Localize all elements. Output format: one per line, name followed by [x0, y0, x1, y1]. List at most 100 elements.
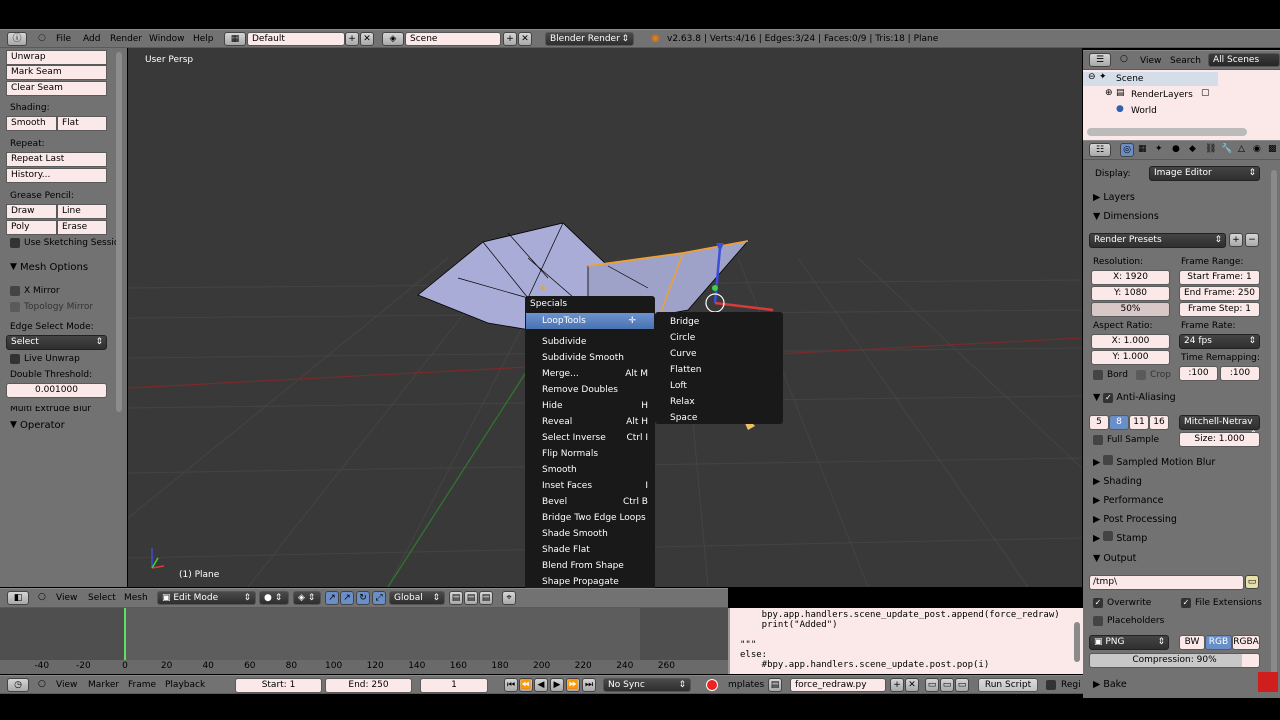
bake-section[interactable]: ▶ Bake	[1093, 676, 1127, 694]
properties-scrollbar[interactable]	[1271, 170, 1277, 685]
crop-checkbox[interactable]	[1136, 370, 1146, 380]
editor-type-icon[interactable]: ◷	[7, 678, 29, 692]
text-datablock-icon[interactable]: ▤	[768, 678, 782, 692]
resolution-x-field[interactable]: X: 1920	[1091, 270, 1170, 285]
post-processing-section[interactable]: ▶ Post Processing	[1093, 511, 1177, 529]
play-reverse-icon[interactable]: ◀	[534, 678, 548, 692]
screen-layout-field[interactable]: Default	[247, 32, 345, 46]
world-tab-icon[interactable]: ●	[1172, 144, 1180, 154]
editor-type-icon[interactable]: ◧	[7, 591, 29, 605]
tool-shelf-scrollbar[interactable]	[116, 52, 122, 412]
play-icon[interactable]: ▶	[550, 678, 564, 692]
draw-button[interactable]: Draw	[6, 204, 57, 219]
aa-filter-dropdown[interactable]: Mitchell-Netrav⇕	[1179, 415, 1260, 440]
stamp-checkbox[interactable]	[1103, 531, 1114, 541]
specials-item[interactable]: Bevel Ctrl B	[526, 494, 654, 510]
specials-item[interactable]: Subdivide	[526, 334, 654, 350]
render-layer-toggle-icon[interactable]: ▢	[1201, 88, 1210, 98]
text-editor-scrollbar[interactable]	[1071, 608, 1083, 674]
menu-view[interactable]: View	[56, 678, 77, 692]
outliner-filter-dropdown[interactable]: All Scenes	[1208, 53, 1280, 67]
unwrap-button[interactable]: Unwrap	[6, 50, 107, 65]
editor-type-icon[interactable]: ☷	[1089, 143, 1111, 157]
shading-section[interactable]: ▶ Shading	[1093, 473, 1142, 491]
line-button[interactable]: Line	[57, 204, 107, 219]
remove-scene-icon[interactable]: ✕	[518, 32, 532, 46]
operator-header[interactable]: Operator	[20, 420, 65, 431]
border-checkbox[interactable]	[1093, 370, 1103, 380]
remap-old-field[interactable]: :100	[1179, 366, 1218, 381]
record-icon[interactable]	[706, 679, 718, 691]
next-key-icon[interactable]: ⏩	[566, 678, 580, 692]
viewport-shading-dropdown[interactable]: ● ⇕	[259, 591, 289, 605]
resolution-y-field[interactable]: Y: 1080	[1091, 286, 1170, 301]
menu-help[interactable]: Help	[193, 32, 214, 46]
add-text-icon[interactable]: +	[890, 678, 904, 692]
motion-blur-section[interactable]: ▶ Sampled Motion Blur	[1093, 454, 1215, 472]
layer-icon-2[interactable]: ▤	[464, 591, 478, 605]
smooth-button[interactable]: Smooth	[6, 116, 57, 131]
menu-file[interactable]: File	[56, 32, 71, 46]
current-frame-field[interactable]: 1	[420, 678, 488, 693]
menu-marker[interactable]: Marker	[88, 678, 119, 692]
remove-preset-icon[interactable]: −	[1245, 233, 1259, 247]
anti-aliasing-checkbox[interactable]: ✓	[1103, 393, 1114, 403]
specials-item[interactable]: Remove Doubles	[526, 382, 654, 398]
menu-view[interactable]: View	[1140, 54, 1161, 68]
prev-key-icon[interactable]: ⏪	[519, 678, 533, 692]
text-filename-field[interactable]: force_redraw.py	[790, 678, 886, 692]
sync-dropdown[interactable]: No Sync ⇕	[603, 678, 691, 692]
repeat-last-button[interactable]: Repeat Last	[6, 152, 107, 167]
specials-item[interactable]: LoopTools ✛	[526, 313, 654, 329]
specials-item[interactable]: Reveal Alt H	[526, 414, 654, 430]
filter-size-field[interactable]: Size: 1.000	[1179, 432, 1260, 447]
collapse-dot-icon[interactable]: ○	[1120, 54, 1128, 64]
specials-item[interactable]: Shade Flat	[526, 542, 654, 558]
add-preset-icon[interactable]: +	[1229, 233, 1243, 247]
start-frame-field[interactable]: Start: 1	[235, 678, 322, 693]
remap-new-field[interactable]: :100	[1220, 366, 1260, 381]
timeline-area[interactable]: -40 -20 0 20 40 60 80 100 120 140 160 180 200 220 240 2…	[0, 608, 728, 674]
data-tab-icon[interactable]: △	[1238, 144, 1245, 154]
use-sketching-checkbox[interactable]	[10, 238, 20, 248]
rotate-icon[interactable]: ↻	[356, 591, 370, 605]
aa-samples-8[interactable]: 8	[1109, 415, 1129, 430]
rgba-toggle[interactable]: RGBA	[1232, 635, 1260, 650]
run-script-button[interactable]: Run Script	[978, 678, 1038, 692]
aa-samples-5[interactable]: 5	[1089, 415, 1109, 430]
x-mirror-checkbox[interactable]	[10, 286, 20, 296]
collapse-dot-icon[interactable]: ○	[38, 679, 46, 689]
scroll-thumb[interactable]	[1074, 622, 1080, 662]
end-frame-field[interactable]: End: 250	[325, 678, 412, 693]
erase-button[interactable]: Erase	[57, 220, 107, 235]
remove-layout-icon[interactable]: ✕	[360, 32, 374, 46]
resolution-percent-field[interactable]: 50%	[1091, 302, 1170, 317]
scene-icon[interactable]: ◈	[382, 32, 404, 46]
jump-start-icon[interactable]: ⏮	[504, 678, 518, 692]
outliner-hscrollbar[interactable]	[1087, 128, 1247, 136]
material-tab-icon[interactable]: ◉	[1253, 144, 1261, 154]
rgb-toggle[interactable]: RGB	[1205, 635, 1232, 650]
menu-render[interactable]: Render	[110, 32, 142, 46]
menu-search[interactable]: Search	[1170, 54, 1201, 68]
modifier-tab-icon[interactable]: 🔧	[1221, 144, 1232, 154]
render-presets-dropdown[interactable]: Render Presets ⇕	[1089, 233, 1226, 248]
editor-type-icon[interactable]: ☰	[1089, 53, 1111, 67]
scene-tab-icon[interactable]: ✦	[1155, 144, 1163, 154]
add-layout-icon[interactable]: +	[345, 32, 359, 46]
anti-aliasing-section[interactable]: ▼ ✓ Anti-Aliasing	[1093, 389, 1176, 407]
specials-item[interactable]: Inset Faces I	[526, 478, 654, 494]
dimensions-section[interactable]: ▼ Dimensions	[1093, 208, 1159, 226]
output-path-field[interactable]: /tmp\	[1089, 575, 1244, 590]
editor-type-icon[interactable]: ⓘ	[7, 32, 27, 46]
line-numbers-icon[interactable]: ▭	[925, 678, 939, 692]
snap-icon[interactable]: ⌖	[502, 591, 516, 605]
menu-window[interactable]: Window	[149, 32, 185, 46]
register-checkbox[interactable]	[1046, 680, 1056, 690]
manipulator-toggle-icon[interactable]: ↗	[325, 591, 339, 605]
performance-section[interactable]: ▶ Performance	[1093, 492, 1164, 510]
layer-icon-1[interactable]: ▤	[449, 591, 463, 605]
mesh-options-triangle-icon[interactable]: ▼	[10, 262, 17, 272]
frame-step-field[interactable]: Frame Step: 1	[1179, 302, 1260, 317]
text-editor-content[interactable]: bpy.app.handlers.scene_update_post.appen…	[728, 608, 1071, 674]
